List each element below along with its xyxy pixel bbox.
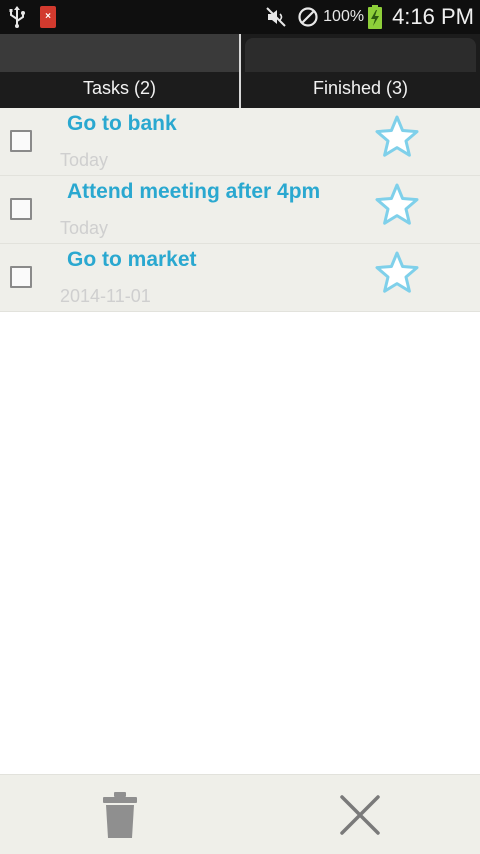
star-icon[interactable] — [374, 182, 420, 228]
star-icon[interactable] — [374, 250, 420, 296]
status-bar: × 100% 4:16 PM — [0, 0, 480, 34]
trash-icon — [103, 792, 137, 838]
close-icon — [340, 795, 380, 835]
mute-icon — [266, 7, 286, 27]
task-checkbox[interactable] — [10, 198, 32, 220]
app-notification-icon: × — [40, 6, 56, 28]
tab-finished[interactable]: Finished (3) — [241, 34, 480, 108]
delete-button[interactable] — [97, 787, 143, 843]
task-title: Go to market — [67, 248, 197, 271]
task-list: Go to bank Today Attend meeting after 4p… — [0, 108, 480, 312]
status-bar-left: × — [8, 5, 56, 29]
task-checkbox[interactable] — [10, 266, 32, 288]
status-clock: 4:16 PM — [392, 4, 474, 29]
task-row[interactable]: Go to bank Today — [0, 108, 480, 176]
tab-finished-label: Finished (3) — [312, 78, 409, 98]
battery-percentage: 100% — [323, 8, 365, 25]
tab-bar: Tasks (2) Finished (3) — [0, 34, 480, 108]
task-checkbox[interactable] — [10, 130, 32, 152]
task-title: Go to bank — [67, 112, 177, 135]
close-button[interactable] — [334, 789, 386, 841]
task-row[interactable]: Go to market 2014-11-01 — [0, 244, 480, 312]
task-title: Attend meeting after 4pm — [67, 180, 321, 203]
tab-finished-highlight — [245, 38, 476, 72]
battery-charging-icon — [368, 5, 383, 29]
blocking-mode-icon — [298, 7, 318, 27]
star-icon[interactable] — [374, 114, 420, 160]
app-notification-glyph: × — [45, 11, 51, 22]
task-date: 2014-11-01 — [60, 286, 151, 306]
tab-tasks-label: Tasks (2) — [82, 78, 156, 98]
task-row[interactable]: Attend meeting after 4pm Today — [0, 176, 480, 244]
status-bar-right: 100% 4:16 PM — [265, 0, 474, 34]
task-date: Today — [60, 150, 109, 170]
usb-icon — [9, 6, 25, 28]
tab-tasks[interactable]: Tasks (2) — [0, 34, 239, 108]
bottom-action-bar — [0, 774, 480, 854]
task-date: Today — [60, 218, 109, 238]
